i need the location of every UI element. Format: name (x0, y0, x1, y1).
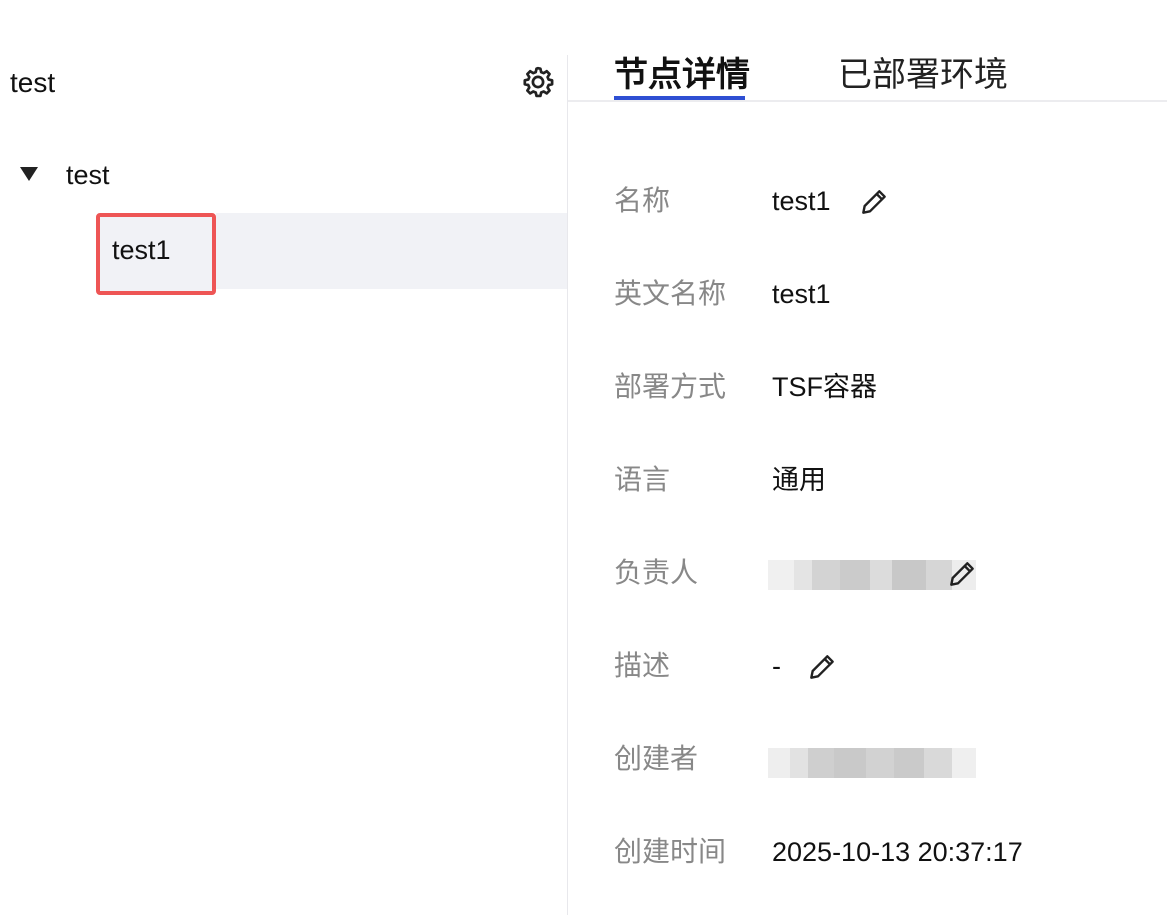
caret-down-icon[interactable] (18, 164, 40, 184)
detail-key: 部署方式 (614, 371, 727, 402)
gear-icon[interactable] (520, 64, 556, 100)
detail-key: 英文名称 (614, 278, 727, 309)
tree-panel: test test test1 (0, 0, 568, 915)
detail-row-created-time: 创建时间 2025-10-13 20:37:17 (614, 833, 1164, 873)
tree-node-label: test (66, 160, 110, 190)
tab-deployed-environments[interactable]: 已部署环境 (838, 54, 1008, 96)
tree-title: test (10, 67, 56, 98)
detail-key: 负责人 (614, 557, 699, 588)
detail-value: TSF容器 (772, 372, 877, 402)
detail-row-owner: 负责人 (614, 554, 1164, 594)
detail-key: 语言 (614, 464, 671, 495)
tab-bar: 节点详情 已部署环境 (568, 50, 1167, 102)
detail-row-description: 描述 - (614, 647, 1164, 687)
detail-panel: 节点详情 已部署环境 名称 test1 英文名称 test1 部署方式 TSF容… (568, 0, 1167, 915)
pencil-icon[interactable] (946, 558, 978, 590)
detail-row-english-name: 英文名称 test1 (614, 275, 1164, 315)
detail-value: - (772, 651, 781, 681)
selected-row-bg (216, 213, 568, 289)
detail-value: test1 (772, 279, 831, 309)
active-tab-indicator (614, 96, 745, 100)
detail-value: test1 (772, 186, 831, 216)
detail-key: 名称 (614, 185, 671, 216)
detail-key: 描述 (614, 650, 671, 681)
detail-value: 2025-10-13 20:37:17 (772, 837, 1023, 867)
tab-node-details[interactable]: 节点详情 (614, 54, 750, 96)
detail-row-language: 语言 通用 (614, 461, 1164, 501)
tree-header: test (10, 62, 558, 102)
tree-node-test1[interactable]: test1 (0, 213, 568, 295)
detail-value: 通用 (772, 465, 826, 495)
detail-row-deploy-mode: 部署方式 TSF容器 (614, 368, 1164, 408)
detail-row-name: 名称 test1 (614, 182, 1164, 222)
pencil-icon[interactable] (806, 651, 838, 683)
detail-key: 创建时间 (614, 836, 727, 867)
tree-node-test[interactable]: test (0, 152, 568, 200)
tree-node-label: test1 (112, 235, 171, 265)
detail-row-creator: 创建者 (614, 740, 1164, 780)
pencil-icon[interactable] (858, 186, 890, 218)
detail-key: 创建者 (614, 743, 699, 774)
redacted-creator-value (768, 748, 976, 778)
redacted-owner-value (768, 560, 976, 590)
